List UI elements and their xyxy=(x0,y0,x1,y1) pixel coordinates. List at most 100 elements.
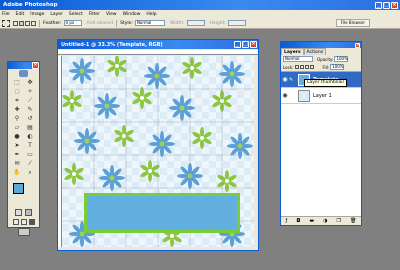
quick-mask-icon[interactable] xyxy=(25,209,32,216)
foreground-color-swatch[interactable] xyxy=(13,183,24,194)
height-label: Height: xyxy=(209,20,226,26)
width-label: Width: xyxy=(169,20,185,26)
fill-label: Fill: xyxy=(322,64,330,70)
layers-bottom-bar: ƒ ◘ ▬ ◑ ❐ 🗑 xyxy=(281,216,361,225)
new-layer-icon[interactable]: ❐ xyxy=(337,218,341,224)
feather-input[interactable]: 0 px xyxy=(63,20,82,26)
marquee-icon[interactable]: ⬚ xyxy=(11,79,23,87)
layers-tabs: Layers Actions xyxy=(281,48,361,55)
toolbox: × ⬚ ✥ ◌ ✧ ⌗ ⟋ ✚ ✎ ⚲ ↺ ▱ ▤ ● ◐ ➤ T ✒ ▭ ✉ … xyxy=(7,61,40,236)
eye-icon[interactable]: ◉ xyxy=(281,76,289,83)
screen-mode-full-icon[interactable] xyxy=(28,219,35,225)
document-titlebar[interactable]: Untitled-1 @ 33.3% (Template, RGB) _ □ × xyxy=(58,40,258,49)
screen-mode-full-menu-icon[interactable] xyxy=(20,219,27,225)
width-input[interactable] xyxy=(186,20,205,26)
opacity-input[interactable]: 100% xyxy=(334,56,349,62)
marquee-tool-icon[interactable] xyxy=(2,19,10,27)
clone-stamp-icon[interactable]: ⚲ xyxy=(11,115,23,123)
shape-icon[interactable]: ▭ xyxy=(24,151,36,159)
screen-mode-standard-icon[interactable] xyxy=(12,219,19,225)
crop-icon[interactable]: ⌗ xyxy=(11,97,23,105)
blend-row: Normal Opacity: 100% xyxy=(281,55,361,63)
layer-mask-icon[interactable]: ◘ xyxy=(296,218,300,224)
menu-help[interactable]: Help xyxy=(146,12,156,17)
menu-edit[interactable]: Edit xyxy=(16,12,25,17)
dodge-icon[interactable]: ◐ xyxy=(24,133,36,141)
minimize-button[interactable]: _ xyxy=(375,1,382,9)
opacity-label: Opacity: xyxy=(317,56,334,62)
layers-list: ◉ ✎ Template ◉ Layer 1 xyxy=(281,71,361,104)
adobe-logo[interactable] xyxy=(8,69,39,77)
app-title: Adobe Photoshop xyxy=(3,2,58,8)
slice-icon[interactable]: ⟋ xyxy=(24,97,36,105)
eye-icon[interactable]: ◉ xyxy=(281,92,289,99)
menu-file[interactable]: File xyxy=(2,12,10,17)
layer-row-layer1[interactable]: ◉ Layer 1 xyxy=(281,88,361,104)
height-input[interactable] xyxy=(227,20,246,26)
layers-close-button[interactable]: × xyxy=(355,42,360,48)
layer-thumbnail-tooltip: Layer thumbnail xyxy=(304,79,347,87)
top-ruler xyxy=(58,50,258,55)
layers-panel: × Layers Actions Normal Opacity: 100% Lo… xyxy=(280,41,362,226)
move-icon[interactable]: ✥ xyxy=(24,79,36,87)
layer-thumbnail[interactable] xyxy=(298,89,310,102)
history-brush-icon[interactable]: ↺ xyxy=(24,115,36,123)
healing-brush-icon[interactable]: ✚ xyxy=(11,106,23,114)
menu-view[interactable]: View xyxy=(106,12,117,17)
zoom-icon[interactable]: ⌕ xyxy=(24,169,36,177)
hand-icon[interactable]: ✋ xyxy=(11,169,23,177)
fill-input[interactable]: 100% xyxy=(330,64,345,70)
eraser-icon[interactable]: ▱ xyxy=(11,124,23,132)
menu-select[interactable]: Select xyxy=(69,12,83,17)
standard-mode-icon[interactable] xyxy=(15,209,22,216)
menu-filter[interactable]: Filter xyxy=(89,12,100,17)
selection-mode-icons[interactable] xyxy=(13,20,36,26)
blend-mode-select[interactable]: Normal xyxy=(283,56,313,62)
layer-name[interactable]: Layer 1 xyxy=(313,93,332,99)
tab-actions[interactable]: Actions xyxy=(303,48,327,55)
screen-mode-buttons xyxy=(8,219,39,225)
jump-to-imageready-button[interactable] xyxy=(8,228,39,236)
type-icon[interactable]: T xyxy=(24,142,36,150)
lock-label: Lock: xyxy=(283,64,294,70)
menu-image[interactable]: Image xyxy=(30,12,44,17)
lock-row: Lock: Fill: 100% xyxy=(281,63,361,71)
feather-label: Feather: xyxy=(43,20,62,26)
trash-icon[interactable]: 🗑 xyxy=(350,218,356,224)
style-select[interactable]: Normal xyxy=(134,20,165,26)
blur-icon[interactable]: ● xyxy=(11,133,23,141)
menu-window[interactable]: Window xyxy=(123,12,141,17)
toolbox-titlebar[interactable]: × xyxy=(8,62,39,69)
notes-icon[interactable]: ✉ xyxy=(11,160,23,168)
brush-icon[interactable]: ✎ xyxy=(24,106,36,114)
new-set-icon[interactable]: ▬ xyxy=(309,218,314,224)
maximize-button[interactable]: □ xyxy=(383,1,390,9)
pen-icon[interactable]: ✒ xyxy=(11,151,23,159)
tab-layers[interactable]: Layers xyxy=(281,48,304,55)
layers-empty-area xyxy=(281,104,361,225)
toolbox-close-button[interactable]: × xyxy=(32,62,39,69)
tool-grid: ⬚ ✥ ◌ ✧ ⌗ ⟋ ✚ ✎ ⚲ ↺ ▱ ▤ ● ◐ ➤ T ✒ ▭ ✉ ⁄ … xyxy=(8,77,39,179)
color-swatches xyxy=(11,183,36,205)
adjustment-layer-icon[interactable]: ◑ xyxy=(323,218,327,224)
gradient-icon[interactable]: ▤ xyxy=(24,124,36,132)
magic-wand-icon[interactable]: ✧ xyxy=(24,88,36,96)
eyedropper-icon[interactable]: ⁄ xyxy=(24,160,36,168)
file-browser-tab[interactable]: File Browser xyxy=(336,19,370,27)
doc-maximize-button[interactable]: □ xyxy=(242,41,249,48)
canvas[interactable] xyxy=(62,56,254,247)
menu-layer[interactable]: Layer xyxy=(50,12,63,17)
lasso-icon[interactable]: ◌ xyxy=(11,88,23,96)
layer-style-icon[interactable]: ƒ xyxy=(286,218,288,224)
divider xyxy=(116,19,118,27)
doc-close-button[interactable]: × xyxy=(250,41,257,48)
close-button[interactable]: × xyxy=(391,1,398,9)
brush-link-icon: ✎ xyxy=(289,76,294,83)
doc-minimize-button[interactable]: _ xyxy=(234,41,241,48)
mask-mode-buttons xyxy=(8,209,39,216)
lock-icons[interactable] xyxy=(295,65,315,69)
path-selection-icon[interactable]: ➤ xyxy=(11,142,23,150)
antialiased-checkbox[interactable]: Anti-aliased xyxy=(87,21,114,26)
template-rectangle[interactable] xyxy=(84,193,240,233)
app-titlebar: Adobe Photoshop _ □ × xyxy=(0,0,400,10)
